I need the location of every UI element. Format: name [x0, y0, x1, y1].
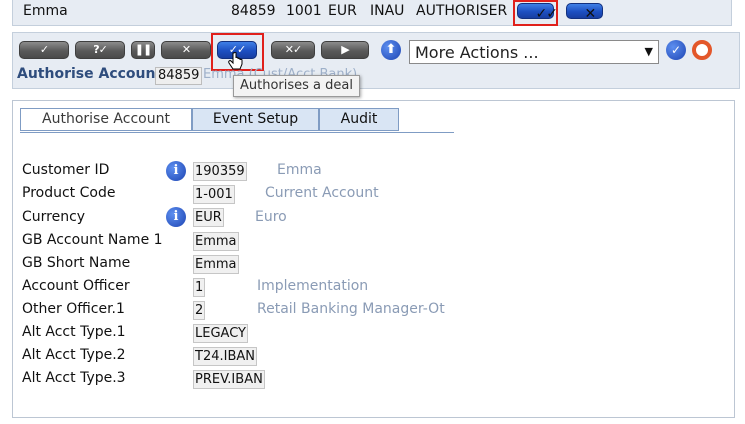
hand-cursor-icon — [228, 52, 243, 70]
close-icon: ✕ — [584, 6, 597, 22]
tab-audit[interactable]: Audit — [319, 108, 399, 131]
record-summary-bar: Emma 84859 1001 EUR INAU AUTHORISER ✓✓ ✕ — [12, 0, 732, 26]
next-button[interactable]: ▶ — [321, 41, 369, 59]
field-label-alt-acct-type-2: Alt Acct Type.2 — [22, 347, 126, 363]
field-label-gb-short-name: GB Short Name — [22, 255, 131, 271]
reverse-button[interactable]: ✕✓ — [271, 41, 315, 59]
question-check-icon: ?✓ — [93, 43, 108, 56]
field-desc-customer-id: Emma — [277, 162, 322, 178]
more-actions-select[interactable]: More Actions ... ▼ — [409, 40, 659, 64]
validate-button[interactable]: ?✓ — [75, 41, 125, 59]
summary-customer: Emma — [23, 3, 68, 19]
field-label-currency: Currency — [22, 209, 86, 225]
commit-button[interactable]: ✓ — [19, 41, 69, 59]
field-desc-currency: Euro — [255, 209, 287, 225]
field-desc-product-code: Current Account — [265, 185, 379, 201]
field-value-alt-acct-type-1[interactable]: LEGACY — [193, 324, 248, 343]
go-button[interactable]: ✓ — [666, 40, 686, 60]
field-value-other-officer[interactable]: 2 — [193, 301, 206, 320]
field-value-gb-short-name[interactable]: Emma — [193, 255, 239, 274]
field-value-gb-account-name[interactable]: Emma — [193, 232, 239, 251]
arrow-up-icon: ⬆ — [385, 42, 397, 57]
summary-product: 1001 — [286, 3, 322, 19]
close-icon: ✕ — [181, 43, 191, 56]
delete-button[interactable]: ✕ — [161, 41, 211, 59]
check-icon: ✓ — [670, 43, 682, 57]
tab-event-setup[interactable]: Event Setup — [192, 108, 319, 131]
info-icon[interactable]: i — [166, 207, 186, 227]
summary-authorise-button[interactable]: ✓✓ — [517, 3, 558, 22]
tab-authorise-account[interactable]: Authorise Account — [20, 108, 192, 131]
double-check-icon: ✓✓ — [535, 6, 558, 22]
form-panel: Authorise Account Event Setup Audit Cust… — [12, 100, 735, 418]
field-label-customer-id: Customer ID — [22, 162, 110, 178]
field-value-account-officer[interactable]: 1 — [193, 278, 206, 297]
field-label-account-officer: Account Officer — [22, 278, 130, 294]
more-actions-value: More Actions ... — [415, 43, 539, 62]
page-title-account-id: 84859 — [155, 67, 203, 85]
upload-button[interactable]: ⬆ — [381, 40, 401, 60]
play-icon: ▶ — [341, 43, 350, 56]
pause-icon: ❚❚ — [134, 43, 152, 56]
tab-underline — [20, 132, 454, 133]
field-label-product-code: Product Code — [22, 185, 116, 201]
field-label-alt-acct-type-1: Alt Acct Type.1 — [22, 324, 126, 340]
hold-button[interactable]: ❚❚ — [131, 41, 155, 59]
chevron-down-icon: ▼ — [644, 45, 653, 58]
summary-currency: EUR — [328, 3, 357, 19]
field-desc-other-officer: Retail Banking Manager-Ot — [257, 301, 445, 317]
summary-status: INAU — [370, 3, 405, 19]
check-icon: ✓ — [39, 43, 49, 56]
field-value-alt-acct-type-2[interactable]: T24.IBAN — [193, 347, 257, 366]
summary-account: 84859 — [231, 3, 276, 19]
field-label-other-officer: Other Officer.1 — [22, 301, 125, 317]
field-value-alt-acct-type-3[interactable]: PREV.IBAN — [193, 370, 265, 389]
help-button[interactable] — [692, 40, 712, 60]
field-value-currency[interactable]: EUR — [193, 208, 224, 227]
field-value-product-code[interactable]: 1-001 — [193, 185, 235, 204]
toolbar-panel: ✓ ?✓ ❚❚ ✕ ✓✓ ✕✓ ▶ ⬆ More Actions ... ▼ ✓… — [12, 32, 740, 89]
summary-role: AUTHORISER — [416, 3, 508, 19]
page-title: Authorise Account — [17, 66, 163, 82]
summary-delete-button[interactable]: ✕ — [566, 3, 603, 22]
close-check-icon: ✕✓ — [284, 43, 302, 56]
info-icon[interactable]: i — [166, 161, 186, 181]
field-desc-account-officer: Implementation — [257, 278, 369, 294]
field-value-customer-id[interactable]: 190359 — [193, 162, 247, 181]
field-label-gb-account-name: GB Account Name 1 — [22, 232, 163, 248]
field-label-alt-acct-type-3: Alt Acct Type.3 — [22, 370, 126, 386]
tooltip: Authorises a deal — [233, 75, 360, 97]
